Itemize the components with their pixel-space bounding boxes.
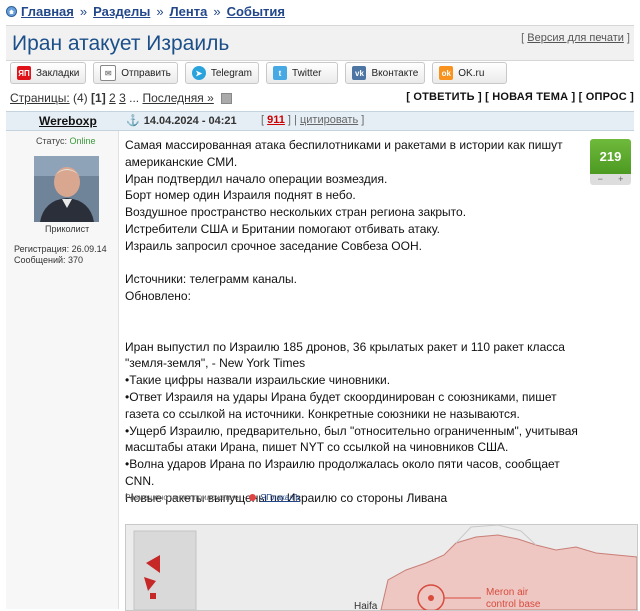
vk-icon: vk <box>352 66 367 80</box>
topic-actions[interactable]: [ ОТВЕТИТЬ ] [ НОВАЯ ТЕМА ] [ ОПРОС ] <box>406 91 634 103</box>
share-label: Вконтакте <box>371 67 419 79</box>
pagination-label[interactable]: Страницы: <box>10 91 70 105</box>
pagination-ellipsis: ... <box>129 91 140 105</box>
post-body: Самая массированная атака беспилотниками… <box>125 137 585 507</box>
status-value: Online <box>69 136 96 146</box>
post-blank <box>125 255 585 272</box>
rating-plus-button[interactable]: + <box>618 174 623 185</box>
post-rating: 219 − + <box>590 139 631 185</box>
post-line: •Такие цифры назвали израильские чиновни… <box>125 373 391 388</box>
post-number[interactable]: 911 <box>267 114 285 126</box>
pages-icon[interactable] <box>221 93 233 105</box>
post-line: Воздушное пространство нескольких стран … <box>125 205 467 220</box>
post-blank <box>125 322 585 339</box>
anchor-icon: ⚓ <box>126 115 140 127</box>
post-line: Израиль запросил срочное заседание Совбе… <box>125 238 422 253</box>
share-button-ok[interactable]: ok OK.ru <box>432 62 508 84</box>
post-date: ⚓ 14.04.2024 - 04:21 <box>126 114 237 128</box>
print-version-link[interactable]: Версия для печати <box>527 32 624 44</box>
app-icon <box>249 494 257 501</box>
share-button-vk[interactable]: vk Вконтакте <box>345 62 426 84</box>
twitter-icon: t <box>273 66 288 80</box>
map-label-base: Meron air <box>486 587 529 598</box>
map-image[interactable]: Haifa Meron air control base <box>125 524 638 611</box>
post-meta: [ 911 ] | цитировать ] <box>261 114 365 126</box>
post-header: Wereboxp ⚓ 14.04.2024 - 04:21 [ 911 ] | … <box>6 111 634 131</box>
author-stats: Регистрация: 26.09.14 Сообщений: 370 <box>14 244 107 266</box>
pagination-count: (4) <box>73 91 88 105</box>
breadcrumb-separator: » <box>213 4 221 19</box>
author-profile: Статус: Online Приколист Регистрация: 26… <box>6 131 118 609</box>
post-line: •Ответ Израиля на удары Ирана будет скоо… <box>125 389 557 421</box>
breadcrumb-sections[interactable]: Разделы <box>93 4 150 19</box>
print-version: [ Версия для печати ] <box>521 32 630 44</box>
breadcrumb-home[interactable]: Главная <box>21 4 74 19</box>
yandex-icon: ЯП <box>17 66 31 80</box>
breadcrumb-separator: » <box>79 4 88 19</box>
share-label: Twitter <box>292 67 322 79</box>
home-icon <box>6 6 17 17</box>
pagination-page-3[interactable]: 3 <box>119 91 126 105</box>
breadcrumb-separator: » <box>156 4 164 19</box>
separator-dot: · <box>242 493 246 502</box>
post-line: Источники: телеграмм каналы. <box>125 272 297 287</box>
post-line: Обновлено: <box>125 289 191 304</box>
ok-icon: ok <box>439 66 454 80</box>
posted-via-text: Размещено через приложение <box>125 493 239 502</box>
rating-value: 219 <box>590 139 631 174</box>
topic-title-bar: Иран атакует Израиль [ Версия для печати… <box>6 25 634 61</box>
column-divider <box>118 131 119 609</box>
posted-via: Размещено через приложение · ЯПлакалЪ <box>125 493 300 502</box>
posted-via-app-link[interactable]: ЯПлакалЪ <box>260 493 300 502</box>
posts-count: 370 <box>68 255 84 265</box>
share-button-send[interactable]: ✉ Отправить <box>93 62 178 84</box>
pagination-page-2[interactable]: 2 <box>109 91 116 105</box>
post-line: Борт номер один Израиля поднят в небо. <box>125 188 356 203</box>
status-label: Статус: <box>36 136 67 146</box>
author-rank: Приколист <box>45 224 90 234</box>
share-button-bookmarks[interactable]: ЯП Закладки <box>10 62 87 84</box>
post-line: Самая массированная атака беспилотниками… <box>125 138 563 169</box>
share-bar: ЯП Закладки ✉ Отправить ➤ Telegram t Twi… <box>10 62 508 84</box>
posts-label: Сообщений: <box>14 255 66 265</box>
pagination-last[interactable]: Последняя » <box>142 91 213 105</box>
pagination-current: [1] <box>91 91 106 105</box>
rating-controls: − + <box>590 174 631 185</box>
post-line: Иран выпустил по Израилю 185 дронов, 36 … <box>125 339 565 371</box>
post-line: Истребители США и Британии помогают отби… <box>125 221 440 236</box>
share-button-telegram[interactable]: ➤ Telegram <box>184 62 260 84</box>
post-author[interactable]: Wereboxp <box>39 114 97 128</box>
post-line: Иран подтвердил начало операции возмезди… <box>125 171 388 186</box>
quote-link[interactable]: цитировать <box>300 114 358 126</box>
share-label: Telegram <box>210 67 253 79</box>
share-label: Закладки <box>36 67 80 79</box>
author-status: Статус: Online <box>36 136 95 146</box>
share-button-twitter[interactable]: t Twitter <box>266 62 339 84</box>
post-line: •Ущерб Израилю, предварительно, был "отн… <box>125 423 578 455</box>
breadcrumb: Главная » Разделы » Лента » События <box>6 4 285 19</box>
share-label: Отправить <box>121 67 171 79</box>
share-label: OK.ru <box>458 67 485 79</box>
mail-icon: ✉ <box>100 65 117 81</box>
post-blank <box>125 305 585 322</box>
telegram-icon: ➤ <box>191 66 206 80</box>
map-label-base: control base <box>486 599 541 610</box>
rating-minus-button[interactable]: − <box>598 174 603 185</box>
reg-label: Регистрация: <box>14 244 70 254</box>
breadcrumb-feed[interactable]: Лента <box>170 4 208 19</box>
breadcrumb-events[interactable]: События <box>227 4 285 19</box>
avatar[interactable] <box>34 156 99 222</box>
page-title: Иран атакует Израиль <box>12 32 230 55</box>
post-date-text: 14.04.2024 - 04:21 <box>143 114 237 127</box>
reg-date: 26.09.14 <box>71 244 107 254</box>
pagination: Страницы: (4) [1] 2 3 ... Последняя » <box>10 91 233 105</box>
post-line: •Волна ударов Ирана по Израилю продолжал… <box>125 457 560 488</box>
